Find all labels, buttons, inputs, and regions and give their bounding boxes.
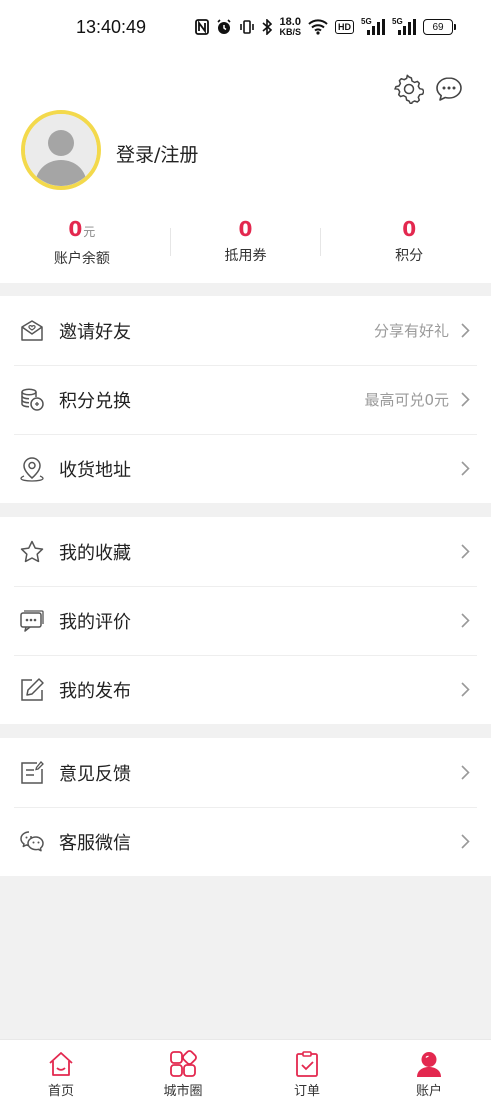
chevron-right-icon xyxy=(459,833,471,850)
stat-divider xyxy=(170,228,171,256)
wifi-icon xyxy=(308,19,328,35)
chevron-right-icon xyxy=(459,681,471,698)
stat-label: 积分 xyxy=(395,248,424,264)
invite-mail-icon xyxy=(19,318,45,344)
menu-item-label: 收货地址 xyxy=(59,459,131,481)
balance-value: 0 xyxy=(68,217,83,241)
speed-unit: KB/S xyxy=(279,27,301,37)
menu-item-label: 我的发布 xyxy=(59,680,131,702)
nfc-icon xyxy=(195,19,210,35)
stat-points[interactable]: 0 积分 xyxy=(327,216,491,276)
menu-item-favorites[interactable]: 我的收藏 xyxy=(0,517,491,586)
stat-label: 账户余额 xyxy=(53,251,110,267)
menu-item-label: 客服微信 xyxy=(59,832,131,854)
edit-icon xyxy=(19,677,45,703)
menu-item-my-posts[interactable]: 我的发布 xyxy=(0,655,491,724)
order-icon xyxy=(293,1050,321,1078)
menu-item-feedback[interactable]: 意见反馈 xyxy=(0,738,491,807)
menu-item-customer-service-wechat[interactable]: 客服微信 xyxy=(0,807,491,876)
status-icons: 18.0 KB/S HD 5G 5G 69 xyxy=(195,15,456,39)
hd-badge: HD xyxy=(335,20,354,34)
menu-item-shipping-address[interactable]: 收货地址 xyxy=(0,434,491,503)
comment-icon xyxy=(19,608,45,634)
menu-item-label: 邀请好友 xyxy=(59,321,131,343)
stat-value: 0 xyxy=(327,216,491,242)
points-value: 0 xyxy=(402,217,417,241)
menu-item-label: 积分兑换 xyxy=(59,390,131,412)
signal-sim2-icon: 5G xyxy=(392,17,416,36)
wechat-icon xyxy=(19,829,45,855)
menu-group-2: 我的收藏 我的评价 我的发布 xyxy=(0,517,491,724)
vouchers-value: 0 xyxy=(238,217,253,241)
tab-account[interactable]: 账户 xyxy=(384,1040,474,1107)
stat-balance[interactable]: 0元 账户余额 xyxy=(0,216,164,276)
menu-item-hint: 最高可兑0元 xyxy=(364,391,449,409)
balance-unit: 元 xyxy=(83,225,96,239)
tab-label: 账户 xyxy=(415,1084,442,1099)
status-time: 13:40:49 xyxy=(76,17,147,37)
chevron-right-icon xyxy=(459,391,471,408)
menu-item-label: 我的评价 xyxy=(59,611,131,633)
account-icon xyxy=(415,1050,443,1078)
account-stats: 0元 账户余额 0 抵用券 0 积分 xyxy=(0,216,491,276)
chevron-right-icon xyxy=(459,460,471,477)
menu-item-label: 意见反馈 xyxy=(59,763,131,785)
message-bubble-icon[interactable] xyxy=(434,74,464,104)
tab-orders[interactable]: 订单 xyxy=(262,1040,352,1107)
network-speed: 18.0 KB/S xyxy=(279,17,301,37)
chevron-right-icon xyxy=(459,543,471,560)
stat-value: 0 xyxy=(164,216,328,242)
city-circle-icon xyxy=(169,1050,197,1078)
tab-label: 订单 xyxy=(293,1084,320,1099)
login-register-link[interactable]: 登录/注册 xyxy=(116,140,198,167)
feedback-icon xyxy=(19,760,45,786)
points-coins-icon xyxy=(19,387,45,413)
stat-label: 抵用券 xyxy=(224,248,267,264)
menu-item-reviews[interactable]: 我的评价 xyxy=(0,586,491,655)
stat-divider xyxy=(320,228,321,256)
menu-group-3: 意见反馈 客服微信 xyxy=(0,738,491,876)
account-page: 13:40:49 18.0 KB/S HD 5G 5G 69 登录/注册 0元 … xyxy=(0,0,491,1107)
chevron-right-icon xyxy=(459,764,471,781)
tab-home[interactable]: 首页 xyxy=(16,1040,106,1107)
stat-vouchers[interactable]: 0 抵用券 xyxy=(164,216,328,276)
vibrate-icon xyxy=(239,19,255,35)
menu-group-1: 邀请好友 分享有好礼 积分兑换 最高可兑0元 收货地址 xyxy=(0,296,491,503)
bottom-tab-bar: 首页 城市圈 订单 账户 xyxy=(0,1039,491,1107)
chevron-right-icon xyxy=(459,612,471,629)
star-icon xyxy=(19,539,45,565)
tab-city-circle[interactable]: 城市圈 xyxy=(138,1040,228,1107)
signal-sim1-icon: 5G xyxy=(361,17,385,36)
status-bar: 13:40:49 18.0 KB/S HD 5G 5G 69 xyxy=(0,0,491,58)
bluetooth-icon xyxy=(262,19,273,35)
profile-card: 登录/注册 0元 账户余额 0 抵用券 0 积分 xyxy=(0,58,491,283)
chevron-right-icon xyxy=(459,322,471,339)
stat-value: 0元 xyxy=(0,216,164,245)
location-pin-icon xyxy=(19,456,45,482)
settings-gear-icon[interactable] xyxy=(394,74,425,107)
tab-label: 城市圈 xyxy=(163,1084,203,1099)
menu-item-points-exchange[interactable]: 积分兑换 最高可兑0元 xyxy=(0,365,491,434)
menu-item-invite-friends[interactable]: 邀请好友 分享有好礼 xyxy=(0,296,491,365)
menu-item-hint: 分享有好礼 xyxy=(373,322,449,340)
default-avatar-icon xyxy=(25,114,97,186)
menu-item-label: 我的收藏 xyxy=(59,542,131,564)
tab-label: 首页 xyxy=(47,1084,74,1099)
avatar[interactable] xyxy=(21,110,101,190)
battery-icon: 69 xyxy=(423,19,456,35)
home-icon xyxy=(47,1050,75,1078)
alarm-icon xyxy=(216,19,232,35)
